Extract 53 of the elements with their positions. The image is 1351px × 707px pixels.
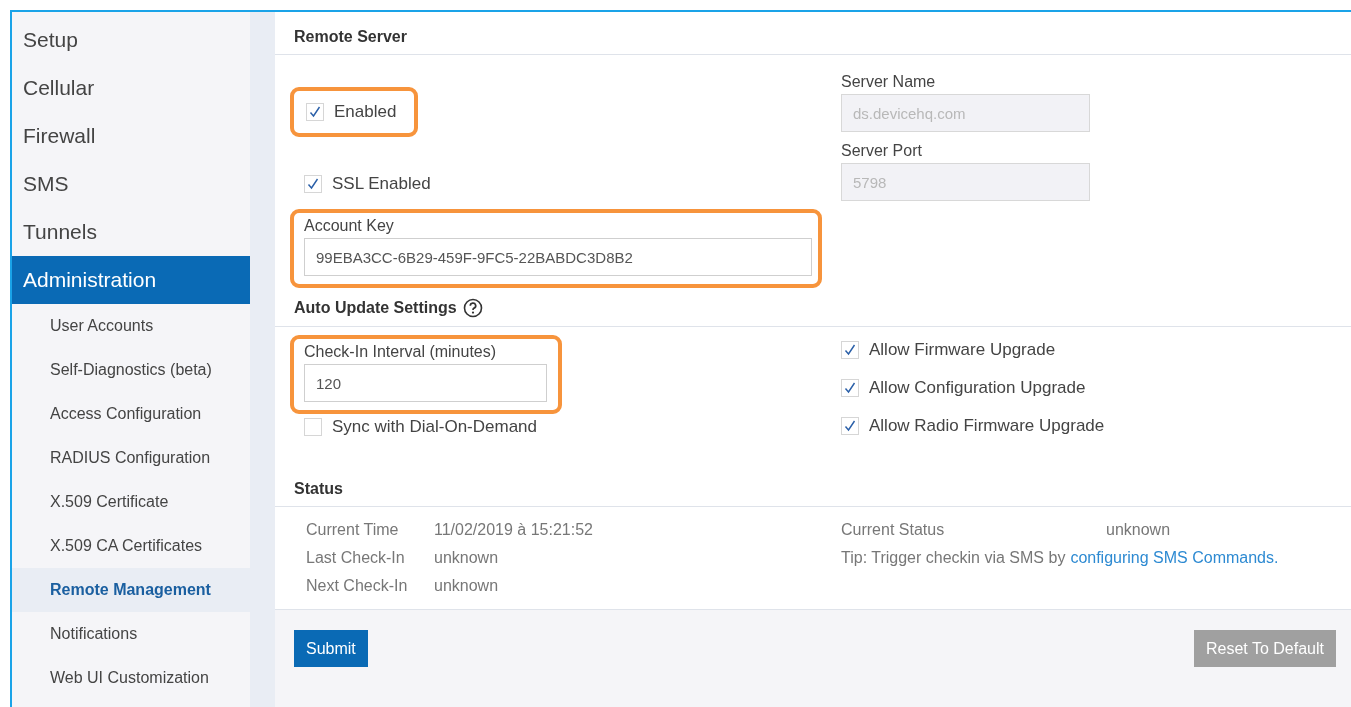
check-icon — [843, 419, 857, 433]
nav-subitem[interactable]: X.509 Certificate — [12, 480, 250, 524]
nav-subitem[interactable]: Self-Diagnostics (beta) — [12, 348, 250, 392]
checkbox[interactable] — [304, 418, 322, 436]
status-label: Current Time — [306, 521, 400, 539]
submit-button[interactable]: Submit — [294, 630, 368, 667]
status-label: Next Check-In — [306, 577, 409, 595]
field-label: Check-In Interval (minutes) — [304, 343, 498, 361]
status-value: 11/02/2019 à 15:21:52 — [434, 521, 594, 539]
checkbox[interactable] — [304, 175, 322, 193]
status-value: unknown — [1106, 521, 1171, 539]
nav-item[interactable]: SMS — [12, 160, 250, 208]
check-icon — [306, 177, 320, 191]
help-icon[interactable] — [462, 298, 483, 318]
sms-commands-link[interactable]: configuring SMS Commands. — [1070, 549, 1279, 567]
status-value: unknown — [434, 577, 500, 595]
check-icon — [843, 381, 857, 395]
status-label: Last Check-In — [306, 549, 406, 567]
checkbox-option[interactable]: Sync with Dial-On-Demand — [304, 408, 822, 446]
checkbox-option[interactable]: Allow Configuration Upgrade — [841, 369, 1105, 407]
nav-subitem[interactable]: X.509 CA Certificates — [12, 524, 250, 568]
account-key-field[interactable]: 99EBA3CC-6B29-459F-9FC5-22BABDC3D8B2 — [304, 238, 812, 276]
nav-item[interactable]: Setup — [12, 16, 250, 64]
checkbox-option[interactable]: SSL Enabled — [304, 165, 822, 203]
section-title: Status — [294, 480, 343, 498]
check-icon — [843, 343, 857, 357]
nav-item[interactable]: Firewall — [12, 112, 250, 160]
status-value: unknown — [434, 549, 500, 567]
field-label: Server Port — [841, 142, 923, 160]
tip-text: Tip: Trigger checkin via SMS by — [841, 549, 1066, 567]
field-label: Server Name — [841, 73, 937, 91]
nav-item[interactable]: Cellular — [12, 64, 250, 112]
nav-item[interactable]: Tunnels — [12, 208, 250, 256]
nav-subitem[interactable]: Access Configuration — [12, 392, 250, 436]
status-label: Current Status — [841, 521, 946, 539]
section-title: Auto Update Settings — [294, 299, 457, 317]
nav-subitem[interactable]: Remote Management — [12, 568, 250, 612]
nav-subitem[interactable]: Web UI Customization — [12, 656, 250, 700]
checkbox[interactable] — [306, 103, 324, 121]
interval-field[interactable]: 120 — [304, 364, 547, 402]
checkbox[interactable] — [841, 341, 859, 359]
checkbox-option[interactable]: Allow Firmware Upgrade — [841, 331, 1105, 369]
checkbox-option[interactable]: Enabled — [306, 93, 402, 131]
checkbox[interactable] — [841, 417, 859, 435]
nav-subitem[interactable]: User Accounts — [12, 304, 250, 348]
check-icon — [308, 105, 322, 119]
checkbox-option[interactable]: Allow Radio Firmware Upgrade — [841, 407, 1105, 445]
field-label: Account Key — [304, 217, 395, 235]
nav-subitem[interactable]: Notifications — [12, 612, 250, 656]
section-title: Remote Server — [294, 28, 407, 46]
nav-item[interactable]: Administration — [12, 256, 250, 304]
checkbox[interactable] — [841, 379, 859, 397]
nav-subitem[interactable]: RADIUS Configuration — [12, 436, 250, 480]
